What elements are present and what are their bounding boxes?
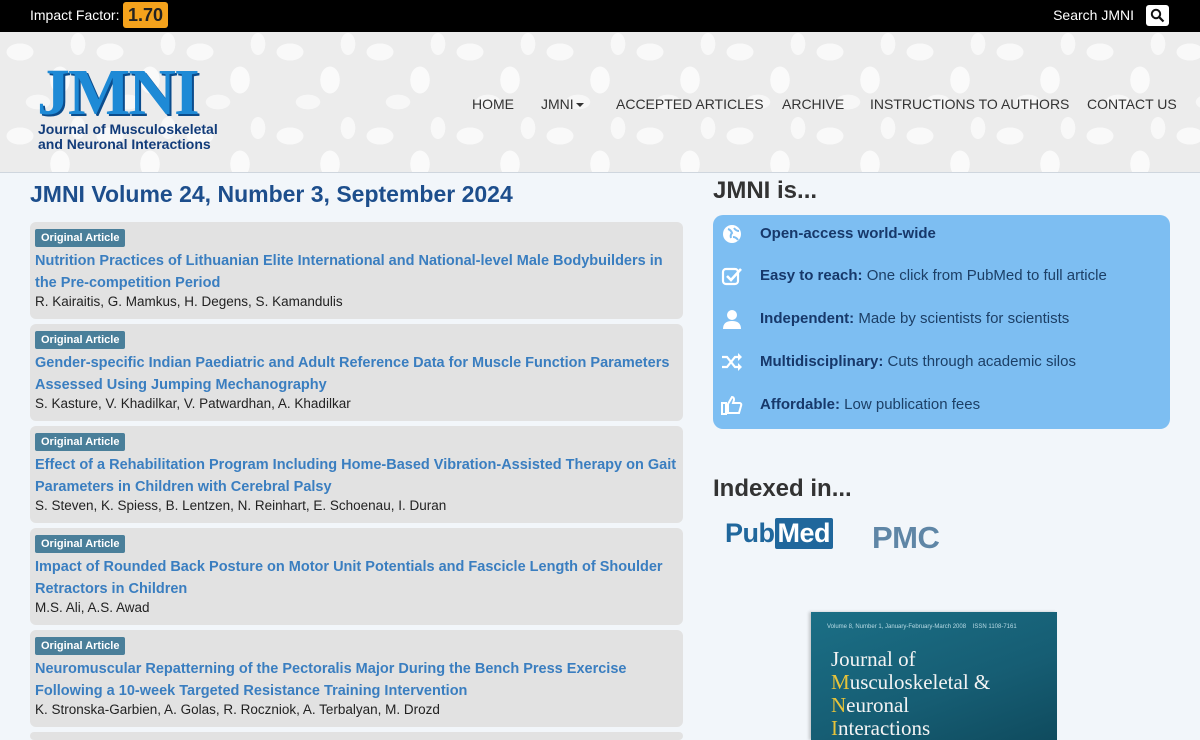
checkbox-icon bbox=[721, 267, 742, 286]
volume-title: JMNI Volume 24, Number 3, September 2024 bbox=[30, 181, 513, 207]
logo-subtitle-line2: and Neuronal Interactions bbox=[38, 136, 211, 152]
cover-meta-left: Volume 8, Number 1, January-February-Mar… bbox=[827, 624, 967, 630]
article-card bbox=[30, 732, 683, 740]
features-box: Open-access world-wide Easy to reach: On… bbox=[713, 215, 1170, 429]
site-logo-subtitle: Journal of Musculoskeletal and Neuronal … bbox=[38, 122, 228, 152]
feature-bold: Open-access world-wide bbox=[760, 225, 936, 242]
nav-contact-us[interactable]: CONTACT US bbox=[1087, 96, 1177, 112]
feature-affordable: Affordable: Low publication fees bbox=[713, 390, 1170, 420]
cover-initial: I bbox=[831, 716, 838, 740]
pubmed-logo-part2: Med bbox=[774, 518, 833, 549]
feature-open-access: Open-access world-wide bbox=[713, 219, 1170, 249]
indexed-in-heading: Indexed in... bbox=[713, 475, 852, 502]
nav-archive[interactable]: ARCHIVE bbox=[782, 96, 844, 112]
nav-jmni[interactable]: JMNI bbox=[541, 96, 584, 112]
feature-text: Cuts through academic silos bbox=[887, 353, 1076, 370]
nav-jmni-label: JMNI bbox=[541, 96, 574, 112]
article-card: Original Article Gender-specific Indian … bbox=[30, 324, 683, 421]
feature-easy-to-reach: Easy to reach: One click from PubMed to … bbox=[713, 261, 1170, 291]
logo-subtitle-line1: Journal of Musculoskeletal bbox=[38, 121, 218, 137]
feature-bold: Independent: bbox=[760, 310, 855, 327]
pmc-logo[interactable]: PMC bbox=[872, 520, 940, 556]
nav-home[interactable]: HOME bbox=[472, 96, 514, 112]
cover-title-line1: Journal of bbox=[831, 647, 916, 671]
article-authors: R. Kairaitis, G. Mamkus, H. Degens, S. K… bbox=[35, 294, 343, 309]
article-authors: S. Kasture, V. Khadilkar, V. Patwardhan,… bbox=[35, 396, 351, 411]
article-title-link[interactable]: Nutrition Practices of Lithuanian Elite … bbox=[35, 250, 680, 294]
impact-factor-badge: 1.70 bbox=[123, 2, 169, 28]
feature-text: One click from PubMed to full article bbox=[866, 267, 1107, 284]
caret-down-icon bbox=[575, 103, 584, 108]
person-icon bbox=[723, 310, 741, 329]
article-card: Original Article Neuromuscular Repattern… bbox=[30, 630, 683, 727]
article-type-badge: Original Article bbox=[35, 229, 126, 247]
article-card: Original Article Impact of Rounded Back … bbox=[30, 528, 683, 625]
article-type-badge: Original Article bbox=[35, 331, 126, 349]
pubmed-logo[interactable]: Pub Med bbox=[725, 518, 833, 549]
cover-initial: N bbox=[831, 693, 847, 717]
search-icon bbox=[1150, 8, 1165, 23]
cover-rest: euronal bbox=[846, 693, 910, 717]
feature-bold: Affordable: bbox=[760, 396, 840, 413]
article-title-link[interactable]: Effect of a Rehabilitation Program Inclu… bbox=[35, 454, 680, 498]
article-type-badge: Original Article bbox=[35, 637, 126, 655]
pubmed-logo-part1: Pub bbox=[725, 518, 775, 548]
feature-text: Low publication fees bbox=[844, 396, 981, 413]
cover-meta-right: ISSN 1108-7161 bbox=[972, 624, 1017, 630]
cover-meta: Volume 8, Number 1, January-February-Mar… bbox=[827, 624, 1017, 630]
cover-title-line3: Neuronal bbox=[831, 694, 990, 717]
article-type-badge: Original Article bbox=[35, 535, 126, 553]
article-type-badge: Original Article bbox=[35, 433, 126, 451]
thumbs-up-icon bbox=[721, 395, 743, 415]
cover-initial: M bbox=[831, 670, 850, 694]
journal-cover-image[interactable]: Volume 8, Number 1, January-February-Mar… bbox=[811, 612, 1057, 740]
article-authors: M.S. Ali, A.S. Awad bbox=[35, 600, 150, 615]
search-label[interactable]: Search JMNI bbox=[1053, 7, 1134, 23]
impact-factor-label: Impact Factor: bbox=[30, 7, 120, 23]
jmni-is-heading: JMNI is... bbox=[713, 177, 818, 204]
site-logo[interactable]: JMNI bbox=[37, 60, 200, 126]
article-title-link[interactable]: Impact of Rounded Back Posture on Motor … bbox=[35, 556, 680, 600]
cover-title: Journal of Musculoskeletal & Neuronal In… bbox=[831, 648, 990, 740]
cover-title-line4: Interactions bbox=[831, 717, 990, 740]
site-header: JMNI Journal of Musculoskeletal and Neur… bbox=[0, 32, 1200, 173]
article-card: Original Article Nutrition Practices of … bbox=[30, 222, 683, 319]
nav-instructions-to-authors[interactable]: INSTRUCTIONS TO AUTHORS bbox=[870, 96, 1069, 112]
cover-title-line2: Musculoskeletal & bbox=[831, 671, 990, 694]
search-button[interactable] bbox=[1146, 5, 1169, 26]
article-card: Original Article Effect of a Rehabilitat… bbox=[30, 426, 683, 523]
article-authors: S. Steven, K. Spiess, B. Lentzen, N. Rei… bbox=[35, 498, 447, 513]
feature-independent: Independent: Made by scientists for scie… bbox=[713, 304, 1170, 334]
article-title-link[interactable]: Neuromuscular Repatterning of the Pector… bbox=[35, 658, 680, 702]
feature-bold: Easy to reach: bbox=[760, 267, 863, 284]
globe-icon bbox=[723, 225, 741, 243]
feature-bold: Multidisciplinary: bbox=[760, 353, 884, 370]
feature-multidisciplinary: Multidisciplinary: Cuts through academic… bbox=[713, 347, 1170, 377]
top-bar: Impact Factor: 1.70 Search JMNI bbox=[0, 0, 1200, 32]
article-authors: K. Stronska-Garbien, A. Golas, R. Roczni… bbox=[35, 702, 440, 717]
cover-rest: nteractions bbox=[838, 716, 931, 740]
nav-accepted-articles[interactable]: ACCEPTED ARTICLES bbox=[616, 96, 764, 112]
cover-rest: usculoskeletal & bbox=[849, 670, 991, 694]
feature-text: Made by scientists for scientists bbox=[858, 310, 1070, 327]
article-title-link[interactable]: Gender-specific Indian Paediatric and Ad… bbox=[35, 352, 680, 396]
shuffle-icon bbox=[722, 353, 742, 371]
